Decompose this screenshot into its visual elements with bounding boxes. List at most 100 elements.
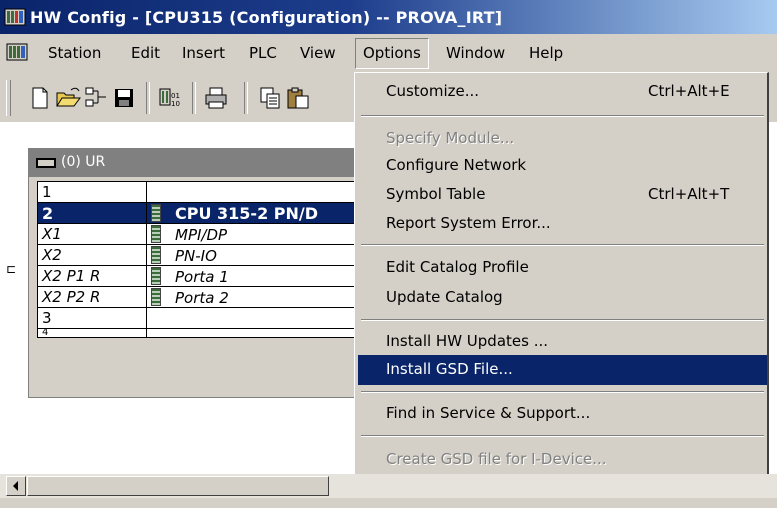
table-row[interactable]: X2 P1 R Porta 1: [37, 265, 376, 287]
compile-icon[interactable]: 01 10: [156, 84, 184, 112]
slot-cell: 4: [37, 328, 147, 338]
options-dropdown-menu: Customize... Ctrl+Alt+E Specify Module..…: [354, 72, 769, 484]
module-cell: Porta 2: [146, 286, 376, 308]
rack-slot-table: 1 2 CPU 315-2 PN/D X1 MPI/DP X2 PN-IO X2…: [37, 181, 376, 338]
menu-edit[interactable]: Edit: [131, 44, 160, 62]
scroll-thumb[interactable]: [27, 476, 329, 496]
menu-item-find-in-service-support[interactable]: Find in Service & Support...: [358, 399, 767, 429]
network-icon[interactable]: [82, 84, 110, 112]
module-icon: [151, 224, 161, 243]
menu-item-create-gsd-file[interactable]: Create GSD file for I-Device...: [358, 445, 767, 475]
menu-help[interactable]: Help: [529, 44, 563, 62]
save-icon[interactable]: [110, 84, 138, 112]
menu-view[interactable]: View: [300, 44, 336, 62]
menu-item-update-catalog[interactable]: Update Catalog: [358, 283, 767, 313]
table-row[interactable]: 3: [37, 307, 376, 329]
arrow-left-icon: [13, 481, 18, 491]
menu-item-specify-module[interactable]: Specify Module...: [358, 124, 767, 154]
hw-config-app-icon[interactable]: [4, 7, 26, 27]
menu-insert[interactable]: Insert: [182, 44, 225, 62]
menu-item-install-hw-updates[interactable]: Install HW Updates ...: [358, 327, 767, 357]
menu-item-label: Update Catalog: [386, 288, 503, 306]
rack-icon: [36, 158, 56, 168]
module-icon: [151, 266, 161, 285]
menu-item-label: Configure Network: [386, 156, 527, 174]
slot-cell: 2: [37, 202, 147, 224]
menu-item-label: Create GSD file for I-Device...: [386, 450, 607, 468]
module-label: Porta 1: [175, 267, 229, 286]
module-cell: Porta 1: [146, 265, 376, 287]
menu-plc[interactable]: PLC: [249, 44, 277, 62]
menu-item-label: Edit Catalog Profile: [386, 258, 529, 276]
table-row[interactable]: X2 PN-IO: [37, 244, 376, 266]
table-row[interactable]: 1: [37, 181, 376, 203]
scroll-left-button[interactable]: [6, 476, 26, 496]
toolbar-separator: [244, 82, 248, 114]
menu-item-label: Install GSD File...: [386, 360, 513, 378]
module-icon: [151, 245, 161, 264]
menu-separator: [361, 391, 764, 393]
split-marker: ⊏: [6, 262, 17, 276]
module-label: MPI/DP: [175, 225, 228, 244]
menu-item-customize[interactable]: Customize... Ctrl+Alt+E: [358, 77, 767, 107]
toolbar-grip[interactable]: [6, 80, 11, 116]
rack-window[interactable]: (0) UR 1 2 CPU 315-2 PN/D X1 MPI/DP X2 P…: [28, 148, 380, 398]
menu-station[interactable]: Station: [48, 44, 101, 62]
menu-item-label: Find in Service & Support...: [386, 404, 591, 422]
copy-icon[interactable]: [256, 84, 284, 112]
slot-cell: X1: [37, 223, 147, 245]
menu-window[interactable]: Window: [446, 44, 505, 62]
module-cell: PN-IO: [146, 244, 376, 266]
menu-item-symbol-table[interactable]: Symbol Table Ctrl+Alt+T: [358, 180, 767, 210]
module-cell: [146, 307, 376, 329]
print-icon[interactable]: [202, 84, 230, 112]
menu-separator: [361, 244, 764, 246]
module-cell: [146, 328, 376, 338]
toolbar-separator: [146, 82, 150, 114]
module-icon: [151, 203, 161, 222]
slot-cell: X2: [37, 244, 147, 266]
paste-icon[interactable]: [284, 84, 312, 112]
module-cell: CPU 315-2 PN/D: [146, 202, 376, 224]
menu-item-label: Specify Module...: [386, 129, 515, 147]
slot-cell: 3: [37, 307, 147, 329]
module-cell: [146, 181, 376, 203]
window-title: HW Config - [CPU315 (Configuration) -- P…: [30, 8, 503, 27]
menu-separator: [361, 435, 764, 437]
module-label: PN-IO: [175, 246, 217, 265]
toolbar-separator: [192, 82, 196, 114]
menu-item-install-gsd-file[interactable]: Install GSD File...: [358, 355, 767, 385]
svg-text:01: 01: [171, 92, 180, 100]
menu-separator: [361, 319, 764, 321]
menu-item-configure-network[interactable]: Configure Network: [358, 151, 767, 181]
new-icon[interactable]: [26, 84, 54, 112]
table-row[interactable]: X2 P2 R Porta 2: [37, 286, 376, 308]
module-icon: [151, 287, 161, 306]
rack-title: (0) UR: [61, 154, 106, 170]
title-bar: HW Config - [CPU315 (Configuration) -- P…: [0, 0, 777, 34]
horizontal-scrollbar[interactable]: [0, 474, 777, 498]
menu-item-report-system-error[interactable]: Report System Error...: [358, 209, 767, 239]
menu-item-edit-catalog-profile[interactable]: Edit Catalog Profile: [358, 253, 767, 283]
open-icon[interactable]: [54, 84, 82, 112]
slot-cell: 1: [37, 181, 147, 203]
module-label: Porta 2: [175, 288, 229, 307]
module-label: CPU 315-2 PN/D: [175, 203, 319, 223]
status-bar: [0, 498, 777, 508]
menu-item-label: Install HW Updates ...: [386, 332, 549, 350]
menu-item-label: Report System Error...: [386, 214, 551, 232]
mdi-child-icon[interactable]: [6, 43, 28, 61]
table-row[interactable]: 2 CPU 315-2 PN/D: [37, 202, 376, 224]
menu-options[interactable]: Options: [355, 38, 429, 69]
menu-bar: Station Edit Insert PLC View Options Win…: [0, 34, 777, 72]
menu-item-shortcut: Ctrl+Alt+T: [648, 185, 730, 203]
table-row[interactable]: 4: [37, 328, 376, 338]
svg-text:10: 10: [171, 100, 180, 108]
table-row[interactable]: X1 MPI/DP: [37, 223, 376, 245]
menu-separator: [361, 115, 764, 117]
rack-title-bar[interactable]: (0) UR: [29, 149, 379, 177]
menu-item-label: Customize...: [386, 82, 480, 100]
menu-item-label: Symbol Table: [386, 185, 486, 203]
menu-item-shortcut: Ctrl+Alt+E: [648, 82, 730, 100]
module-cell: MPI/DP: [146, 223, 376, 245]
